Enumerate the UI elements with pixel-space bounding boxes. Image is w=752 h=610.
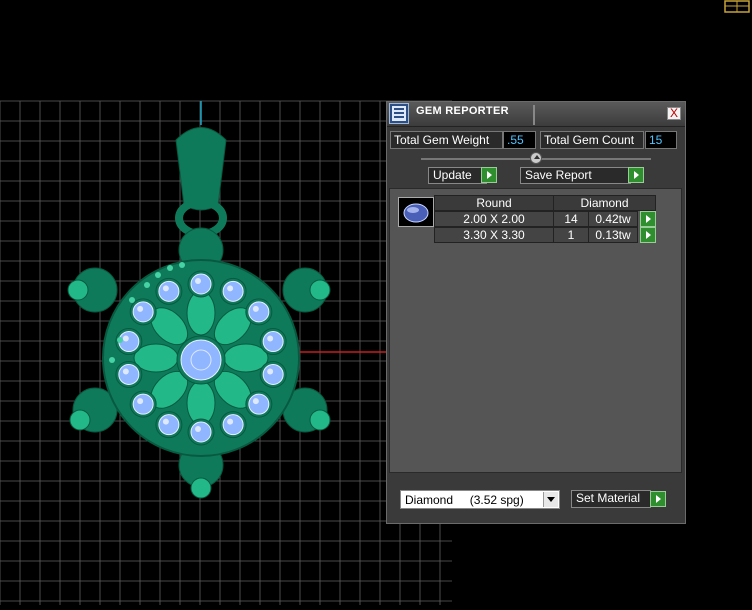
set-material-button[interactable]: Set Material [571,490,651,508]
total-gem-weight-label: Total Gem Weight [390,131,503,149]
gem-highlight [137,305,144,312]
material-select[interactable]: Diamond (3.52 spg) [400,490,560,509]
pendant-petal [186,290,216,336]
gem-highlight [195,278,201,284]
side-gem [222,414,244,436]
gem-highlight [122,368,129,375]
side-gem [262,363,284,385]
gem-reporter-panel: GEM REPORTER X Total Gem Weight .55 Tota… [386,101,686,524]
round-gem-icon [398,197,434,227]
accent-bead [109,357,115,363]
side-gem [118,363,140,385]
panel-title: GEM REPORTER [416,105,509,117]
gem-count-cell: 14 [553,211,589,227]
pendant-bead [67,279,89,301]
gem-shape-header: Round [434,195,554,211]
side-gem [132,301,154,323]
accent-bead [117,337,123,343]
pendant-bead [190,477,212,499]
total-gem-weight-value: .55 [503,131,536,149]
gem-highlight [227,285,234,292]
accent-bead [167,265,173,271]
side-gem [132,393,154,415]
set-material-go-icon[interactable] [650,491,666,507]
side-gem [222,280,244,302]
gem-size-cell: 3.30 X 3.30 [434,227,554,243]
side-gem [158,280,180,302]
gem-list: Round Diamond 2.00 X 2.00 14 0.42tw 3.30… [389,188,682,473]
pendant-petal [186,380,216,426]
title-tab-divider [533,105,535,125]
size-slider-thumb[interactable] [530,152,542,164]
update-button[interactable]: Update [428,167,487,184]
save-report-button[interactable]: Save Report [520,167,631,184]
pendant-bead [69,409,91,431]
gem-highlight [267,368,274,375]
row-go-icon[interactable] [640,211,656,227]
side-gem [248,393,270,415]
accent-bead [144,282,150,288]
gem-highlight [267,335,274,342]
gem-highlight [252,398,259,405]
side-gem [158,414,180,436]
gem-size-cell: 2.00 X 2.00 [434,211,554,227]
side-gem [190,273,212,295]
gem-highlight [162,285,169,292]
total-gem-count-value: 15 [645,131,677,149]
side-gem [262,331,284,353]
gem-highlight [162,418,169,425]
material-select-value: Diamond (3.52 spg) [405,493,524,507]
pendant-bail [175,127,227,211]
panel-titlebar[interactable]: GEM REPORTER X [387,102,685,127]
gem-weight-cell: 0.42tw [588,211,638,227]
gem-count-cell: 1 [553,227,589,243]
update-go-icon[interactable] [481,167,497,183]
accent-bead [155,272,161,278]
accent-bead [129,297,135,303]
center-gem [180,339,222,381]
gem-reporter-icon [389,103,409,124]
view-cube-icon[interactable] [721,0,752,14]
close-icon[interactable]: X [667,107,681,120]
chevron-down-icon[interactable] [543,492,558,507]
save-report-go-icon[interactable] [628,167,644,183]
pendant-bead [309,409,331,431]
side-gem [190,421,212,443]
pendant-petal [223,343,269,373]
pendant-bead [309,279,331,301]
gem-highlight [252,305,259,312]
row-go-icon[interactable] [640,227,656,243]
gem-highlight [122,335,129,342]
total-gem-count-label: Total Gem Count [540,131,644,149]
gem-highlight [137,398,144,405]
accent-bead [179,262,185,268]
pendant-petal [133,343,179,373]
gem-highlight [195,426,201,432]
material-bar: Diamond (3.52 spg) Set Material [387,485,685,513]
side-gem [248,301,270,323]
gem-highlight [227,418,234,425]
gem-material-header: Diamond [553,195,656,211]
gem-weight-cell: 0.13tw [588,227,638,243]
